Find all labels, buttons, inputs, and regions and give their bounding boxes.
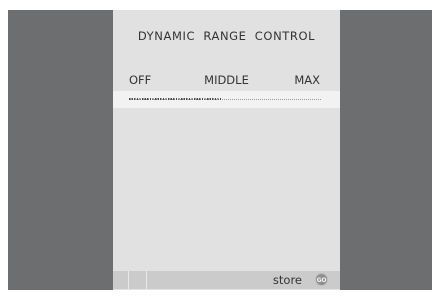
bottom-bar-divider (128, 271, 129, 289)
bottom-bar-divider (146, 271, 147, 289)
menu-title: DYNAMIC RANGE CONTROL (137, 29, 316, 43)
dynamic-range-slider[interactable] (113, 91, 340, 108)
bottom-bar: store GO (113, 271, 340, 289)
slider-fill (129, 98, 221, 100)
menu-panel: DYNAMIC RANGE CONTROL OFF MIDDLE MAX sto… (113, 10, 340, 290)
go-button-icon[interactable]: GO (315, 273, 328, 286)
range-labels: OFF MIDDLE MAX (113, 73, 340, 89)
label-max: MAX (294, 73, 320, 87)
store-label: store (272, 273, 302, 287)
